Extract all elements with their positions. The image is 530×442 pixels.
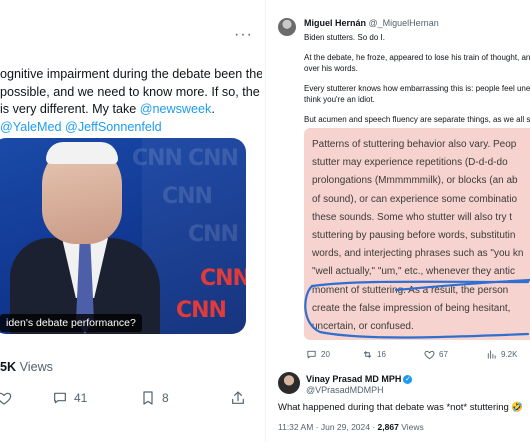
excerpt-line: Patterns of stuttering behavior also var… bbox=[312, 139, 517, 150]
avatar[interactable] bbox=[278, 372, 300, 394]
tweet-author[interactable]: Vinay Prasad MD MPH ✓ @VPrasadMDMPH bbox=[306, 374, 413, 396]
excerpt-line: stutter may experience repetitions (D-d-… bbox=[312, 157, 508, 169]
reply-text: What happened during that debate was *no… bbox=[278, 402, 524, 413]
reply-icon bbox=[54, 392, 66, 404]
like-count[interactable]: 67 bbox=[424, 349, 448, 360]
tweet-line: Biden stutters. So do I. bbox=[304, 33, 385, 42]
heart-icon bbox=[424, 350, 435, 360]
excerpt-line: these sounds. Some who stutter will also… bbox=[312, 211, 513, 223]
tweet-author[interactable]: Miguel Hernán @_MiguelHernan bbox=[304, 18, 439, 28]
quoted-excerpt-image[interactable]: Patterns of stuttering behavior also var… bbox=[304, 128, 530, 340]
author-name[interactable]: Vinay Prasad MD MPH bbox=[306, 374, 401, 384]
verified-badge-icon: ✓ bbox=[403, 375, 413, 385]
cnn-watermark: CNN bbox=[132, 146, 183, 171]
tweet-line: ognitive impairment during the debate be… bbox=[0, 67, 262, 81]
excerpt-line: create the false impression of being hes… bbox=[312, 302, 511, 314]
repost-count[interactable]: 16 bbox=[362, 349, 386, 360]
tweet-stats: 20 16 67 9.2K bbox=[306, 349, 530, 363]
author-handle[interactable]: @VPrasadMDMPH bbox=[306, 385, 412, 396]
right-tweet-panel: Miguel Hernán @_MiguelHernan Biden stutt… bbox=[266, 0, 530, 442]
image-caption: iden's debate performance? bbox=[0, 314, 142, 332]
excerpt-line: prolongations (Mmmmmmilk), or blocks (an… bbox=[312, 175, 518, 187]
tweet-line: At the debate, he froze, appeared to los… bbox=[304, 53, 530, 62]
like-button[interactable] bbox=[0, 390, 12, 406]
share-button[interactable] bbox=[230, 390, 246, 406]
excerpt-line: "well actually," "um," etc., whenever th… bbox=[312, 266, 515, 278]
reply-count[interactable]: 20 bbox=[306, 349, 330, 360]
cnn-watermark: CNN bbox=[162, 184, 213, 209]
debate-video-thumbnail[interactable]: CNN CNN CNN CNN CNN CNN iden's debate pe… bbox=[0, 138, 246, 334]
cnn-logo-red: CNN bbox=[176, 298, 227, 323]
heart-icon bbox=[0, 392, 12, 405]
more-options-button[interactable]: ··· bbox=[234, 26, 253, 44]
mention-newsweek[interactable]: @newsweek bbox=[140, 102, 212, 116]
views-count: 5K Views bbox=[0, 360, 53, 374]
tweet-timestamp: 11:32 AM · Jun 29, 2024 · 2,867 Views bbox=[278, 422, 424, 432]
reply-button[interactable]: 41 bbox=[52, 390, 87, 406]
view-count[interactable]: 9.2K bbox=[486, 349, 517, 360]
tweet-line: over his words. bbox=[304, 64, 358, 73]
excerpt-line: words, and interjecting phrases such as … bbox=[312, 248, 524, 260]
analytics-icon bbox=[487, 350, 496, 359]
repost-icon bbox=[363, 351, 372, 358]
reply-icon bbox=[307, 350, 316, 359]
avatar[interactable] bbox=[278, 18, 296, 36]
cnn-watermark: CNN bbox=[188, 222, 239, 247]
cnn-logo-red: CNN bbox=[200, 266, 246, 291]
mentions-line[interactable]: @YaleMed @JeffSonnenfeld bbox=[0, 119, 262, 137]
excerpt-line: of sound), or can experience some combin… bbox=[312, 193, 518, 205]
tweet-line: possible, and we need to know more. If s… bbox=[0, 84, 260, 99]
left-tweet-text: ognitive impairment during the debate be… bbox=[0, 66, 262, 136]
bookmark-button[interactable]: 8 bbox=[140, 390, 169, 406]
tweet-line: is very different. My take @newsweek. bbox=[0, 102, 215, 116]
excerpt-line: stuttering by pausing before words, subs… bbox=[312, 230, 516, 242]
bookmark-icon bbox=[143, 391, 153, 405]
share-icon bbox=[232, 391, 244, 404]
author-name[interactable]: Miguel Hernán bbox=[304, 18, 366, 28]
tweet-line: Every stutterer knows how embarrassing t… bbox=[304, 84, 530, 93]
excerpt-line: moment of stuttering. As a result, the p… bbox=[312, 284, 509, 296]
author-handle[interactable]: @_MiguelHernan bbox=[369, 18, 439, 28]
tweet-line: think you're an idiot. bbox=[304, 95, 375, 104]
tweet-line: But acumen and speech fluency are separa… bbox=[304, 115, 530, 124]
tweet-actions: 41 8 bbox=[0, 390, 265, 412]
left-tweet-panel: ··· ognitive impairment during the debat… bbox=[0, 0, 265, 442]
excerpt-line: uncertain, or confused. bbox=[312, 321, 414, 333]
cnn-watermark: CNN bbox=[188, 146, 239, 171]
